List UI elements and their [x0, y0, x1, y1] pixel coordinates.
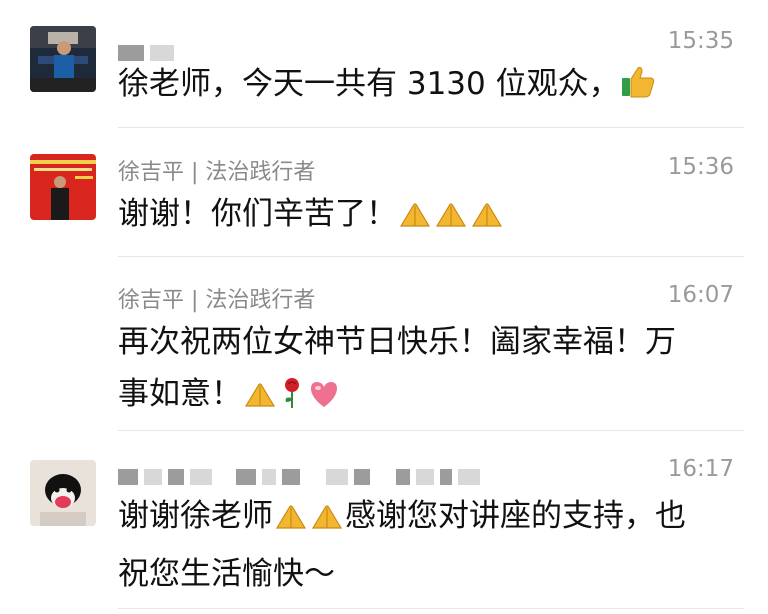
message-3[interactable]: 徐吉平 | 法治践行者 16:07 再次祝两位女神节日快乐！阖家幸福！万 事如意… [0, 256, 768, 431]
redacted-name-block [168, 469, 184, 485]
sender-name: 徐吉平 | 法治践行者 [118, 160, 316, 185]
redacted-name-block [354, 469, 370, 485]
message-text-line: 祝您生活愉快～ [118, 556, 335, 592]
sender-name [118, 464, 486, 489]
message-text-line: 事如意！ [118, 368, 738, 426]
message-time: 16:07 [667, 282, 734, 308]
redacted-name-block [416, 469, 434, 485]
rose-icon [278, 374, 306, 426]
message-time: 16:17 [667, 456, 734, 482]
folded-hands-icon [273, 496, 309, 548]
message-divider [118, 608, 744, 609]
message-text-content: 感谢您对讲座的支持，也 [345, 498, 686, 534]
redacted-name-block [326, 469, 348, 485]
message-text-content: 谢谢徐老师 [118, 498, 273, 534]
redacted-name-block [236, 469, 256, 485]
message-2[interactable]: 徐吉平 | 法治践行者 15:36 谢谢！你们辛苦了！ [0, 128, 768, 257]
message-text-content: 事如意！ [118, 376, 242, 412]
message-text-line: 再次祝两位女神节日快乐！阖家幸福！万 [118, 324, 676, 360]
redacted-name-block [282, 469, 300, 485]
message-text: 谢谢徐老师 感谢您对讲座的支持，也 祝您生活愉快～ [118, 490, 738, 600]
message-text: 谢谢！你们辛苦了！ [118, 188, 738, 246]
folded-hands-icon [309, 496, 345, 548]
message-time: 15:35 [667, 28, 734, 54]
redacted-name-block [440, 469, 452, 485]
avatar[interactable] [30, 26, 96, 92]
message-1[interactable]: 15:35 徐老师，今天一共有 3130 位观众， [0, 0, 768, 128]
message-text: 徐老师，今天一共有 3130 位观众， [118, 58, 738, 116]
chat-history: 15:35 徐老师，今天一共有 3130 位观众， 徐吉平 | 法治践行者 15… [0, 0, 768, 614]
message-4[interactable]: 16:17 谢谢徐老师 感谢您对讲座的支持，也 祝您生活愉快～ [0, 430, 768, 614]
sender-name: 徐吉平 | 法治践行者 [118, 288, 316, 313]
redacted-name-block [190, 469, 212, 485]
redacted-name-block [262, 469, 276, 485]
redacted-name-block [118, 469, 138, 485]
message-text-line: 谢谢徐老师 感谢您对讲座的支持，也 [118, 490, 738, 548]
redacted-name-block [396, 469, 410, 485]
folded-hands-icon [469, 194, 505, 246]
avatar[interactable] [30, 460, 96, 526]
heart-icon [306, 374, 342, 426]
redacted-name-block [144, 469, 162, 485]
redacted-name-block [458, 469, 480, 485]
avatar[interactable] [30, 154, 96, 220]
folded-hands-icon [433, 194, 469, 246]
folded-hands-icon [397, 194, 433, 246]
message-text-content: 徐老师，今天一共有 3130 位观众， [118, 66, 620, 102]
thumbs-up-icon [620, 64, 656, 116]
message-text: 再次祝两位女神节日快乐！阖家幸福！万 事如意！ [118, 316, 738, 426]
message-time: 15:36 [667, 154, 734, 180]
folded-hands-icon [242, 374, 278, 426]
message-text-content: 谢谢！你们辛苦了！ [118, 196, 397, 232]
